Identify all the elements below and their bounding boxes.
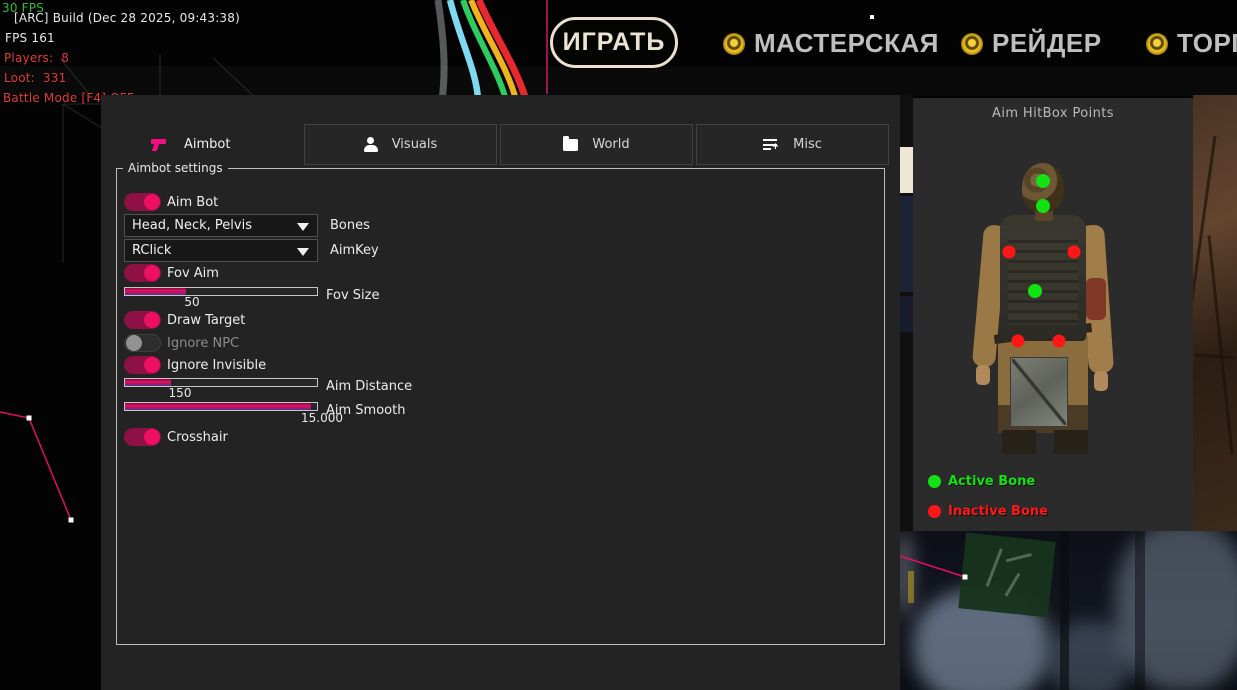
bone-dot-pelvis[interactable] (1028, 284, 1042, 298)
background-sign (958, 533, 1055, 618)
playlist-add-icon: + (763, 138, 779, 151)
ignore-invisible-label: Ignore Invisible (167, 358, 266, 373)
aimkey-dropdown-value: RClick (132, 243, 171, 258)
tab-visuals[interactable]: Visuals (304, 124, 497, 165)
aim-distance-label: Aim Distance (326, 379, 412, 394)
ignore-npc-toggle[interactable] (124, 334, 161, 352)
crosshair-label: Crosshair (167, 430, 228, 445)
crosshair-toggle[interactable] (124, 428, 161, 446)
background-scene (900, 531, 1237, 690)
hud-loot: Loot: 331 (4, 71, 66, 85)
person-icon (364, 137, 378, 152)
menu-bar-shadow (0, 66, 1237, 96)
screen: 30 FPS [ARC] Build (Dec 28 2025, 09:43:3… (0, 0, 1237, 690)
menu-item-label: ТОРГО (1177, 28, 1237, 59)
cheat-panel: Aimbot Visuals World + Misc Aimbot setti… (101, 95, 900, 690)
chevron-down-icon (297, 248, 309, 256)
ignore-npc-label: Ignore NPC (167, 336, 239, 351)
bones-dropdown-value: Head, Neck, Pelvis (132, 218, 252, 233)
bone-dot-right-thigh[interactable] (1053, 335, 1066, 348)
active-bone-dot-icon (928, 475, 941, 488)
model-apron-strap (1012, 359, 1066, 425)
tab-label: Aimbot (184, 137, 230, 152)
aimkey-label: AimKey (330, 243, 379, 258)
tab-label: Visuals (392, 137, 438, 152)
background-wall-dark (900, 196, 913, 292)
group-title: Aimbot settings (123, 161, 228, 175)
legend-label: Inactive Bone (948, 504, 1048, 519)
draw-target-label: Draw Target (167, 313, 245, 328)
tab-world[interactable]: World (500, 124, 693, 165)
hud-players: Players: 8 (4, 51, 69, 65)
background-rock (1193, 95, 1237, 531)
aim-distance-slider[interactable] (124, 378, 318, 387)
aim-bot-label: Aim Bot (167, 195, 218, 210)
legend-active-bone: Active Bone (928, 474, 1035, 489)
menu-item-workshop[interactable]: МАСТЕРСКАЯ (723, 28, 939, 59)
tab-label: Misc (793, 137, 822, 152)
gun-icon (151, 138, 168, 151)
background-wall-dark2 (900, 296, 913, 332)
fov-aim-label: Fov Aim (167, 266, 219, 281)
draw-target-toggle[interactable] (124, 311, 161, 329)
hud-fps: FPS 161 (5, 31, 55, 45)
aimkey-dropdown[interactable]: RClick (124, 239, 318, 262)
bone-dot-right-shoulder[interactable] (1068, 246, 1081, 259)
model-right-hand (1094, 371, 1108, 391)
model-right-boot (1054, 430, 1088, 454)
legend-label: Active Bone (948, 474, 1035, 489)
menu-item-label: РЕЙДЕР (992, 28, 1102, 59)
fov-size-value: 50 (184, 295, 199, 309)
play-button[interactable]: ИГРАТЬ (550, 17, 678, 68)
fov-aim-toggle[interactable] (124, 264, 161, 282)
aim-smooth-slider[interactable] (124, 402, 318, 411)
coin-icon (1146, 33, 1168, 55)
aim-distance-value: 150 (169, 386, 192, 400)
fov-size-label: Fov Size (326, 288, 379, 303)
bone-dot-neck[interactable] (1036, 199, 1050, 213)
aim-smooth-label: Aim Smooth (326, 403, 405, 418)
model-arm-patch (1086, 278, 1106, 320)
ignore-invisible-toggle[interactable] (124, 356, 161, 374)
tab-label: World (592, 137, 629, 152)
bone-dot-left-shoulder[interactable] (1003, 246, 1016, 259)
chevron-down-icon (297, 223, 309, 231)
aim-bot-toggle[interactable] (124, 193, 161, 211)
legend-inactive-bone: Inactive Bone (928, 504, 1048, 519)
model-left-hand (976, 365, 990, 385)
folder-icon (563, 139, 578, 151)
menu-item-trader[interactable]: ТОРГО (1146, 28, 1237, 59)
fov-size-slider[interactable] (124, 287, 318, 296)
coin-icon (723, 33, 745, 55)
model-vest-texture (1008, 233, 1078, 325)
coin-icon (961, 33, 983, 55)
inactive-bone-dot-icon (928, 505, 941, 518)
menu-item-label: МАСТЕРСКАЯ (754, 28, 939, 59)
bones-label: Bones (330, 218, 370, 233)
bone-dot-head[interactable] (1036, 174, 1050, 188)
hitbox-panel-title: Aim HitBox Points (913, 106, 1193, 121)
bones-dropdown[interactable]: Head, Neck, Pelvis (124, 214, 318, 237)
menu-item-raider[interactable]: РЕЙДЕР (961, 28, 1102, 59)
tab-aimbot[interactable]: Aimbot (143, 124, 293, 165)
tab-misc[interactable]: + Misc (696, 124, 889, 165)
model-left-boot (1002, 430, 1036, 454)
hud-build: [ARC] Build (Dec 28 2025, 09:43:38) (14, 11, 240, 25)
bone-dot-left-thigh[interactable] (1012, 335, 1025, 348)
hitbox-panel: Aim HitBox Points Active Bone (913, 98, 1193, 531)
background-wall-light (900, 147, 913, 193)
